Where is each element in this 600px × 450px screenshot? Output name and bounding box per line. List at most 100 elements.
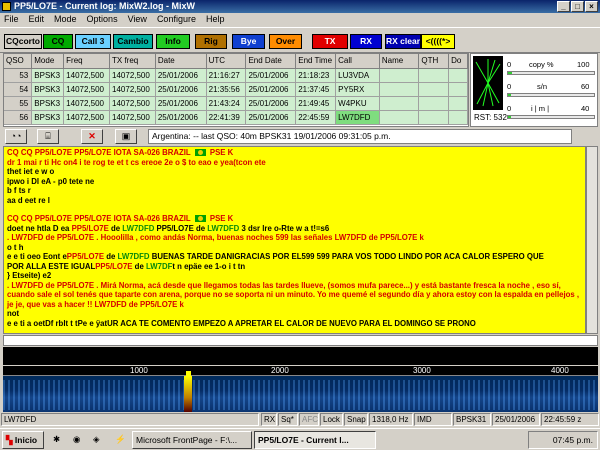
cell-qso[interactable]: 55 [4, 96, 33, 111]
col-endtime[interactable]: End Time [295, 54, 337, 69]
col-qso[interactable]: QSO [4, 54, 33, 69]
cell-freq[interactable]: 14072,500 [63, 68, 111, 83]
cell-date[interactable]: 25/01/2006 [155, 96, 207, 111]
col-mode[interactable]: Mode [31, 54, 65, 69]
col-do[interactable]: Do [448, 54, 468, 69]
cell-txfreq[interactable]: 14072,500 [109, 68, 156, 83]
cell-do[interactable] [448, 82, 468, 97]
cell-endtime[interactable]: 21:37:45 [295, 82, 337, 97]
tray-clock[interactable]: 07:45 p.m. [553, 435, 593, 445]
glasses-icon[interactable]: ◔◔ [5, 129, 27, 144]
cell-freq[interactable]: 14072,500 [63, 96, 111, 111]
status-snap[interactable]: Snap [344, 413, 368, 426]
cell-name[interactable] [379, 110, 420, 125]
task-mixw[interactable]: PP5/LO7E - Current l... [254, 431, 376, 449]
cell-name[interactable] [379, 68, 420, 83]
cell-txfreq[interactable]: 14072,500 [109, 110, 156, 125]
cell-name[interactable] [379, 82, 420, 97]
menu-mode[interactable]: Mode [54, 13, 77, 26]
macro-cqcorto-button[interactable]: CQcorto [4, 34, 42, 49]
cell-endtime[interactable]: 21:18:23 [295, 68, 337, 83]
menu-help[interactable]: Help [206, 13, 225, 26]
cell-qso[interactable]: 54 [4, 82, 33, 97]
delete-icon[interactable]: ✕ [81, 129, 103, 144]
macro-over-button[interactable]: Over [269, 34, 302, 49]
cell-qth[interactable] [418, 110, 450, 125]
save-icon[interactable]: ▣ [115, 129, 137, 144]
waterfall[interactable]: 1000 2000 3000 4000 [3, 366, 598, 412]
cell-qth[interactable] [418, 68, 450, 83]
close-button[interactable]: × [585, 1, 598, 12]
quicklaunch-icon-4[interactable]: ⚡ [112, 431, 130, 449]
log-row[interactable]: 53 BPSK3 14072,500 14072,500 25/01/2006 21:16… [4, 68, 468, 83]
cell-name[interactable] [379, 96, 420, 111]
cell-txfreq[interactable]: 14072,500 [109, 96, 156, 111]
cell-do[interactable] [448, 68, 468, 83]
col-utc[interactable]: UTC [206, 54, 247, 69]
log-row[interactable]: 56 BPSK3 14072,500 14072,500 25/01/2006 22:41… [4, 110, 468, 125]
macro-cambio-button[interactable]: Cambio [113, 34, 153, 49]
macro-info-button[interactable]: Info [156, 34, 190, 49]
status-sq[interactable]: Sq* [278, 413, 298, 426]
cell-enddate[interactable]: 25/01/2006 [245, 82, 297, 97]
start-button[interactable]: ▚ Inicio [2, 431, 44, 449]
minimize-button[interactable]: _ [557, 1, 570, 12]
cell-utc[interactable]: 22:41:39 [206, 110, 247, 125]
task-frontpage[interactable]: Microsoft FrontPage - F:\... [132, 431, 252, 449]
lookup-icon[interactable]: ⌸ [37, 129, 59, 144]
menu-configure[interactable]: Configure [157, 13, 196, 26]
maximize-button[interactable]: □ [571, 1, 584, 12]
macro-bye-button[interactable]: Bye [232, 34, 265, 49]
menu-options[interactable]: Options [87, 13, 118, 26]
rx-button[interactable]: RX [350, 34, 382, 49]
log-row[interactable]: 55 BPSK3 14072,500 14072,500 25/01/2006 21:43… [4, 96, 468, 111]
col-qth[interactable]: QTH [418, 54, 450, 69]
cell-do[interactable] [448, 96, 468, 111]
menu-edit[interactable]: Edit [29, 13, 45, 26]
quicklaunch-icon-3[interactable]: ◈ [90, 431, 108, 449]
cell-date[interactable]: 25/01/2006 [155, 110, 207, 125]
col-freq[interactable]: Freq [63, 54, 111, 69]
menu-view[interactable]: View [128, 13, 147, 26]
cell-enddate[interactable]: 25/01/2006 [245, 68, 297, 83]
status-mode[interactable]: BPSK31 [453, 413, 491, 426]
cell-call[interactable]: W4PKU [335, 96, 380, 111]
cell-freq[interactable]: 14072,500 [63, 82, 111, 97]
cell-utc[interactable]: 21:43:24 [206, 96, 247, 111]
tx-buffer-window[interactable] [3, 347, 598, 365]
status-lock[interactable]: Lock [320, 413, 343, 426]
rx-text-window[interactable]: CQ CQ PP5/LO7E PP5/LO7E IOTA SA-026 BRAZ… [3, 146, 586, 334]
quicklaunch-icon-2[interactable]: ◉ [70, 431, 88, 449]
cell-txfreq[interactable]: 14072,500 [109, 82, 156, 97]
status-rx[interactable]: RX [261, 413, 277, 426]
tx-text-input[interactable] [3, 335, 598, 346]
cell-qth[interactable] [418, 82, 450, 97]
status-afc[interactable]: AFC [299, 413, 319, 426]
col-name[interactable]: Name [379, 54, 420, 69]
cell-mode[interactable]: BPSK3 [31, 68, 65, 83]
quicklaunch-icon-1[interactable]: ✱ [50, 431, 68, 449]
cell-mode[interactable]: BPSK3 [31, 82, 65, 97]
cell-mode[interactable]: BPSK3 [31, 96, 65, 111]
cell-utc[interactable]: 21:35:56 [206, 82, 247, 97]
cell-call[interactable]: LW7DFD [335, 110, 380, 125]
cell-enddate[interactable]: 25/01/2006 [245, 110, 297, 125]
cell-qso[interactable]: 56 [4, 110, 33, 125]
menu-file[interactable]: File [4, 13, 19, 26]
macro-call3-button[interactable]: Call 3 [75, 34, 111, 49]
log-row[interactable]: 54 BPSK3 14072,500 14072,500 25/01/2006 21:35… [4, 82, 468, 97]
col-date[interactable]: Date [155, 54, 207, 69]
col-txfreq[interactable]: TX freq [109, 54, 156, 69]
macro-rig-button[interactable]: Rig [195, 34, 227, 49]
rx-clear-button[interactable]: RX clear [385, 34, 421, 49]
cell-endtime[interactable]: 22:45:59 [295, 110, 337, 125]
cell-do[interactable] [448, 110, 468, 125]
cell-qso[interactable]: 53 [4, 68, 33, 83]
cell-qth[interactable] [418, 96, 450, 111]
cell-freq[interactable]: 14072,500 [63, 110, 111, 125]
macro-fish-button[interactable]: <((((*> [421, 34, 455, 49]
cell-enddate[interactable]: 25/01/2006 [245, 96, 297, 111]
tx-button[interactable]: TX [312, 34, 348, 49]
cell-endtime[interactable]: 21:49:45 [295, 96, 337, 111]
cell-date[interactable]: 25/01/2006 [155, 82, 207, 97]
